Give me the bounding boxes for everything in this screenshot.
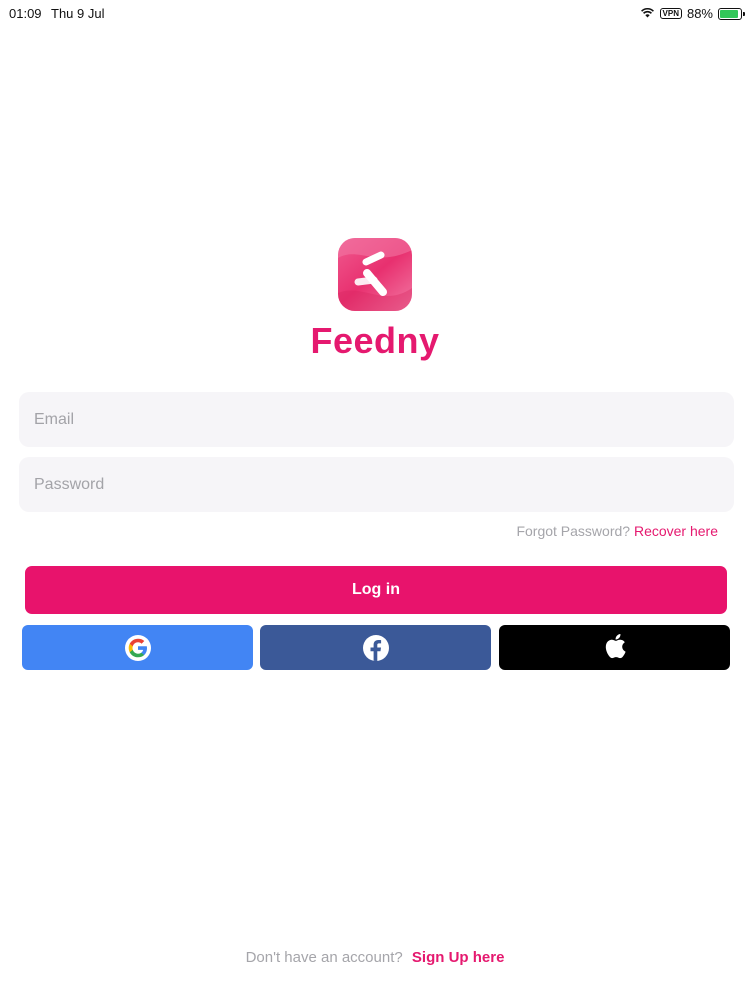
signup-prompt: Don't have an account? <box>245 949 403 966</box>
battery-level <box>720 9 738 18</box>
email-input[interactable] <box>34 410 719 429</box>
google-icon <box>124 634 151 661</box>
brand-block: Feedny <box>0 238 750 362</box>
battery-percent: 88% <box>686 6 713 21</box>
forgot-password-text: Forgot Password? <box>516 523 631 539</box>
password-input[interactable] <box>34 475 719 494</box>
password-field[interactable] <box>19 457 734 512</box>
app-name: Feedny <box>310 320 440 361</box>
apple-icon <box>604 633 626 662</box>
vpn-icon: VPN <box>659 8 682 19</box>
facebook-login-button[interactable] <box>260 625 491 670</box>
app-logo <box>338 238 412 311</box>
forgot-password-row: Forgot Password? Recover here <box>516 523 718 539</box>
signup-row: Don't have an account? Sign Up here <box>0 949 750 966</box>
google-login-button[interactable] <box>22 625 253 670</box>
facebook-icon <box>362 634 389 661</box>
battery-charging-icon <box>718 7 745 20</box>
recover-link[interactable]: Recover here <box>634 523 718 539</box>
status-bar: 01:09 Thu 9 Jul VPN 88% <box>0 0 750 28</box>
wifi-icon <box>640 6 655 21</box>
status-date: Thu 9 Jul <box>51 6 105 21</box>
apple-login-button[interactable] <box>499 625 730 670</box>
email-field[interactable] <box>19 392 734 447</box>
signup-link[interactable]: Sign Up here <box>412 949 505 966</box>
login-screen: 01:09 Thu 9 Jul VPN 88% Feedny Email For… <box>0 0 750 1000</box>
status-indicators: VPN 88% <box>640 6 745 21</box>
status-time: 01:09 <box>9 6 42 21</box>
login-button[interactable]: Log in <box>25 566 727 614</box>
